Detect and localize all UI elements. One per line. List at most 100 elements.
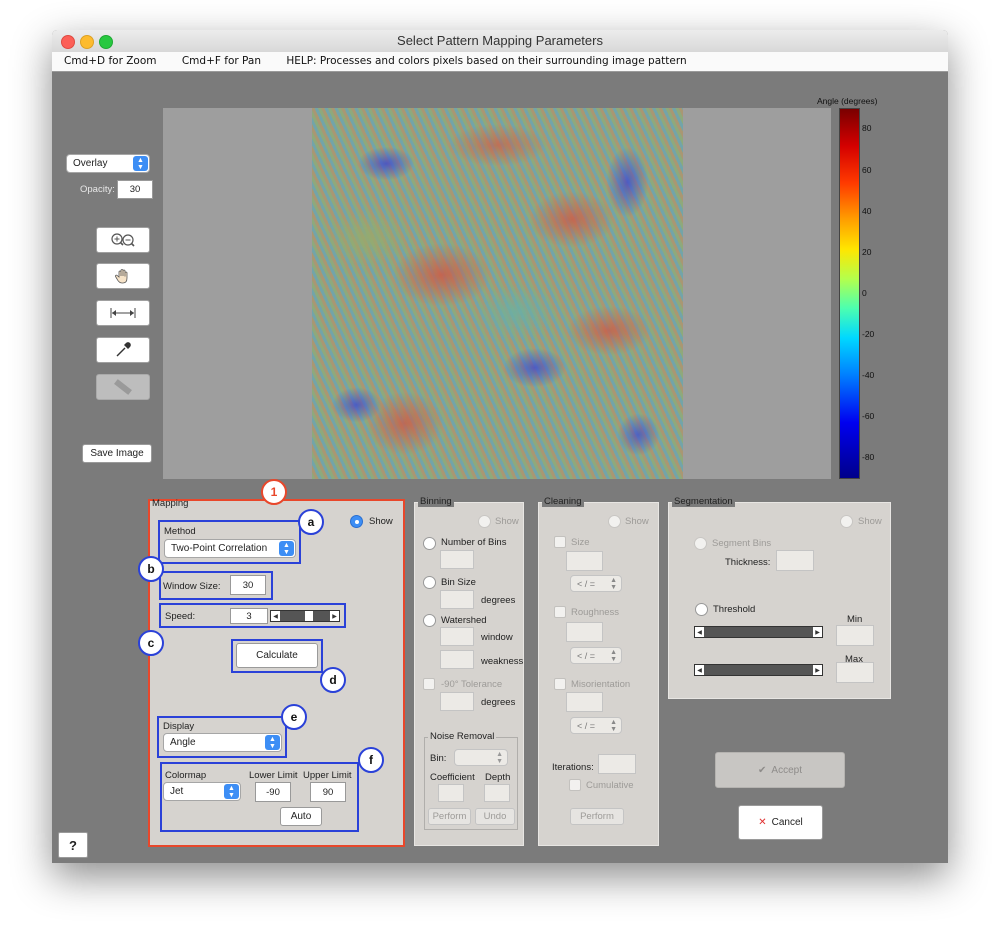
slider-right-arrow-icon[interactable]: ▶ (813, 665, 822, 675)
watershed-weakness-input[interactable] (440, 650, 474, 669)
slider-left-arrow-icon[interactable]: ◀ (271, 611, 280, 621)
threshold-label: Threshold (713, 604, 756, 615)
method-value: Two-Point Correlation (171, 543, 268, 554)
bin-size-input[interactable] (440, 590, 474, 609)
misorientation-input[interactable] (566, 692, 603, 712)
close-window-icon[interactable] (61, 35, 75, 49)
measure-button[interactable] (96, 300, 150, 326)
bin-size-units: degrees (481, 595, 516, 606)
size-checkbox[interactable] (554, 536, 566, 548)
cleaning-show-radio[interactable] (608, 515, 621, 528)
opacity-input[interactable]: 30 (117, 180, 153, 199)
roughness-checkbox[interactable] (554, 606, 566, 618)
watershed-radio[interactable] (423, 614, 436, 627)
segmentation-show-radio[interactable] (840, 515, 853, 528)
method-select[interactable]: Two-Point Correlation ▲ ▼ (164, 539, 296, 558)
opacity-label: Opacity: (80, 184, 115, 195)
pan-button[interactable] (96, 263, 150, 289)
slider-left-arrow-icon[interactable]: ◀ (695, 665, 704, 675)
watershed-window-input[interactable] (440, 627, 474, 646)
view-mode-value: Overlay (73, 158, 108, 169)
mapping-show-radio[interactable] (350, 515, 363, 528)
noise-perform-button[interactable]: Perform (428, 808, 471, 825)
depth-input[interactable] (484, 784, 510, 802)
image-viewport[interactable] (163, 108, 831, 479)
colorbar-tick: -40 (862, 370, 875, 380)
annotation-badge: c (138, 630, 164, 656)
misorientation-label: Misorientation (571, 679, 631, 690)
display-value: Angle (170, 737, 196, 748)
threshold-min-slider[interactable]: ◀ ▶ (694, 626, 823, 638)
segmentation-show-label: Show (858, 516, 882, 527)
binning-show-radio[interactable] (478, 515, 491, 528)
cancel-label: Cancel (771, 817, 803, 828)
noise-undo-button[interactable]: Undo (475, 808, 515, 825)
size-input[interactable] (566, 551, 603, 571)
colorbar-tick: 0 (862, 288, 867, 298)
threshold-radio[interactable] (695, 603, 708, 616)
eyedropper-button[interactable] (96, 337, 150, 363)
help-button[interactable]: ? (58, 832, 88, 858)
minimize-window-icon[interactable] (80, 35, 94, 49)
tolerance-checkbox[interactable] (423, 678, 435, 690)
main-window: Select Pattern Mapping Parameters Cmd+D … (52, 30, 948, 863)
save-image-button[interactable]: Save Image (82, 444, 152, 463)
cleaning-perform-button[interactable]: Perform (570, 808, 624, 825)
number-of-bins-input[interactable] (440, 550, 474, 569)
iterations-input[interactable] (598, 754, 636, 774)
title-bar: Select Pattern Mapping Parameters (52, 30, 948, 53)
misorientation-compare-select[interactable]: < / = ▲ ▼ (570, 717, 622, 734)
cleaning-title: Cleaning (542, 496, 584, 507)
noise-bin-select[interactable]: ▲ ▼ (454, 749, 508, 766)
misorientation-checkbox[interactable] (554, 678, 566, 690)
lower-limit-input[interactable]: -90 (255, 782, 291, 802)
annotation-badge: f (358, 747, 384, 773)
cumulative-checkbox[interactable] (569, 779, 581, 791)
ruler-button[interactable] (96, 374, 150, 400)
thickness-input[interactable] (776, 550, 814, 571)
threshold-max-slider[interactable]: ◀ ▶ (694, 664, 823, 676)
threshold-min-input[interactable] (836, 625, 874, 646)
speed-slider[interactable]: ◀ ▶ (270, 610, 340, 622)
slider-left-arrow-icon[interactable]: ◀ (695, 627, 704, 637)
view-mode-select[interactable]: Overlay ▲ ▼ (66, 154, 150, 173)
number-of-bins-radio[interactable] (423, 537, 436, 550)
depth-label: Depth (485, 772, 511, 783)
display-select[interactable]: Angle ▲ ▼ (163, 733, 282, 752)
speed-input[interactable]: 3 (230, 608, 268, 624)
slider-right-arrow-icon[interactable]: ▶ (813, 627, 822, 637)
zoom-button[interactable] (96, 227, 150, 253)
accept-button[interactable]: ✔ Accept (715, 752, 845, 788)
upper-limit-label: Upper Limit (303, 770, 352, 781)
threshold-max-input[interactable] (836, 662, 874, 683)
iterations-label: Iterations: (552, 762, 594, 773)
cancel-button[interactable]: ✕ Cancel (738, 805, 823, 840)
tolerance-units: degrees (481, 697, 516, 708)
maximize-window-icon[interactable] (99, 35, 113, 49)
slider-right-arrow-icon[interactable]: ▶ (330, 611, 339, 621)
annotation-badge: d (320, 667, 346, 693)
roughness-compare-select[interactable]: < / = ▲ ▼ (570, 647, 622, 664)
annotation-badge: e (281, 704, 307, 730)
bin-size-radio[interactable] (423, 576, 436, 589)
colorbar (839, 108, 860, 479)
coefficient-input[interactable] (438, 784, 464, 802)
speed-label: Speed: (165, 611, 196, 622)
window-title: Select Pattern Mapping Parameters (397, 33, 603, 48)
colormap-select[interactable]: Jet ▲ ▼ (163, 782, 241, 801)
slider-thumb[interactable] (305, 611, 313, 621)
colorbar-tick: 20 (862, 247, 872, 257)
segment-bins-radio[interactable] (694, 537, 707, 550)
roughness-input[interactable] (566, 622, 603, 642)
window-size-input[interactable]: 30 (230, 575, 266, 595)
watershed-label: Watershed (441, 615, 487, 626)
calculate-button[interactable]: Calculate (236, 643, 318, 668)
upper-limit-input[interactable]: 90 (310, 782, 346, 802)
tolerance-input[interactable] (440, 692, 474, 711)
select-arrows-icon: ▲ ▼ (265, 735, 280, 750)
size-compare-select[interactable]: < / = ▲ ▼ (570, 575, 622, 592)
size-label: Size (571, 537, 590, 548)
method-label: Method (164, 526, 196, 537)
segmentation-title: Segmentation (672, 496, 735, 507)
auto-button[interactable]: Auto (280, 807, 322, 826)
